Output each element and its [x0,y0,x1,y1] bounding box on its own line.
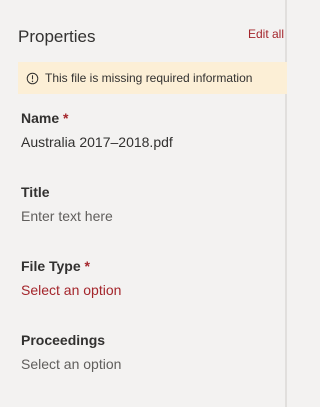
proceedings-select[interactable]: Select an option [21,355,271,373]
name-field: Name * Australia 2017–2018.pdf [21,109,271,151]
title-input[interactable]: Enter text here [21,207,271,225]
name-label: Name * [21,109,271,127]
name-label-text: Name [21,110,60,126]
missing-info-warning: This file is missing required informatio… [18,62,287,94]
edit-all-link[interactable]: Edit all [248,26,284,42]
title-label: Title [21,184,50,200]
panel-title: Properties [18,27,96,46]
proceedings-label: Proceedings [21,332,106,348]
title-field: Title Enter text here [21,183,271,225]
proceedings-field: Proceedings Select an option [21,331,271,373]
file-type-required-marker: * [84,258,90,274]
info-circle-icon [26,72,39,84]
file-type-label: File Type * [21,257,271,275]
properties-panel: Properties Edit all This file is missing… [0,0,287,407]
warning-text: This file is missing required informatio… [45,71,253,85]
file-type-label-text: File Type [21,258,81,274]
name-value[interactable]: Australia 2017–2018.pdf [21,133,271,151]
name-required-marker: * [63,110,69,126]
file-type-field: File Type * Select an option [21,257,271,299]
file-type-select[interactable]: Select an option [21,281,271,299]
